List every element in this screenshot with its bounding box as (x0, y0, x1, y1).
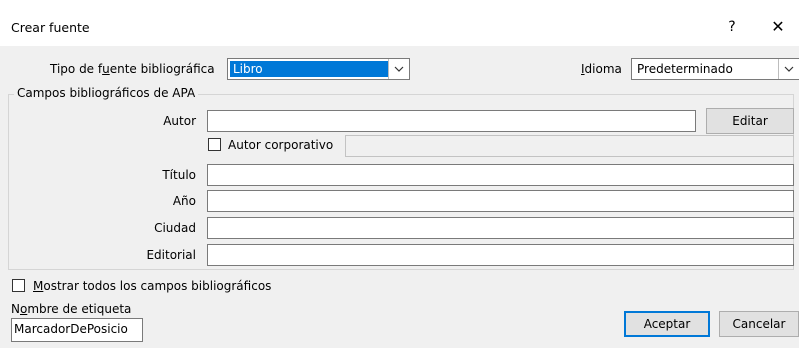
editorial-label: Editorial (146, 248, 196, 262)
editorial-input[interactable] (207, 244, 794, 266)
anio-label: Año (172, 194, 196, 208)
close-button[interactable]: ✕ (762, 12, 794, 42)
edit-button[interactable]: Editar (706, 108, 794, 134)
show-all-fields-label: Mostrar todos los campos bibliográficos (33, 279, 272, 293)
chevron-down-icon[interactable] (778, 59, 799, 79)
titulo-label: Título (162, 168, 196, 182)
language-label: Idioma (581, 62, 622, 76)
tag-name-input[interactable]: MarcadorDePosicio (11, 318, 143, 342)
source-type-select[interactable]: Libro (227, 58, 410, 80)
language-value: Predeterminado (637, 62, 733, 76)
autor-label: Autor (163, 114, 196, 128)
autor-input[interactable] (207, 110, 696, 132)
chevron-down-icon[interactable] (388, 59, 409, 79)
tag-name-label: Nombre de etiqueta (11, 302, 132, 316)
language-select[interactable]: Predeterminado (631, 58, 799, 80)
accept-button[interactable]: Aceptar (624, 311, 710, 337)
help-button[interactable]: ? (717, 12, 747, 42)
source-type-label: Tipo de fuente bibliográfica (50, 62, 215, 76)
source-type-value: Libro (230, 61, 388, 77)
ciudad-input[interactable] (207, 217, 794, 239)
corporate-author-label: Autor corporativo (228, 138, 334, 152)
title-bar (0, 0, 799, 46)
titulo-input[interactable] (207, 164, 794, 186)
dialog-title: Crear fuente (11, 20, 90, 35)
corporate-author-checkbox[interactable] (208, 138, 221, 151)
group-title: Campos bibliográficos de APA (14, 86, 199, 100)
ciudad-label: Ciudad (154, 221, 196, 235)
corporate-author-input[interactable] (345, 135, 794, 157)
cancel-button[interactable]: Cancelar (719, 311, 799, 337)
anio-input[interactable] (207, 190, 794, 212)
show-all-fields-checkbox[interactable] (12, 279, 25, 292)
